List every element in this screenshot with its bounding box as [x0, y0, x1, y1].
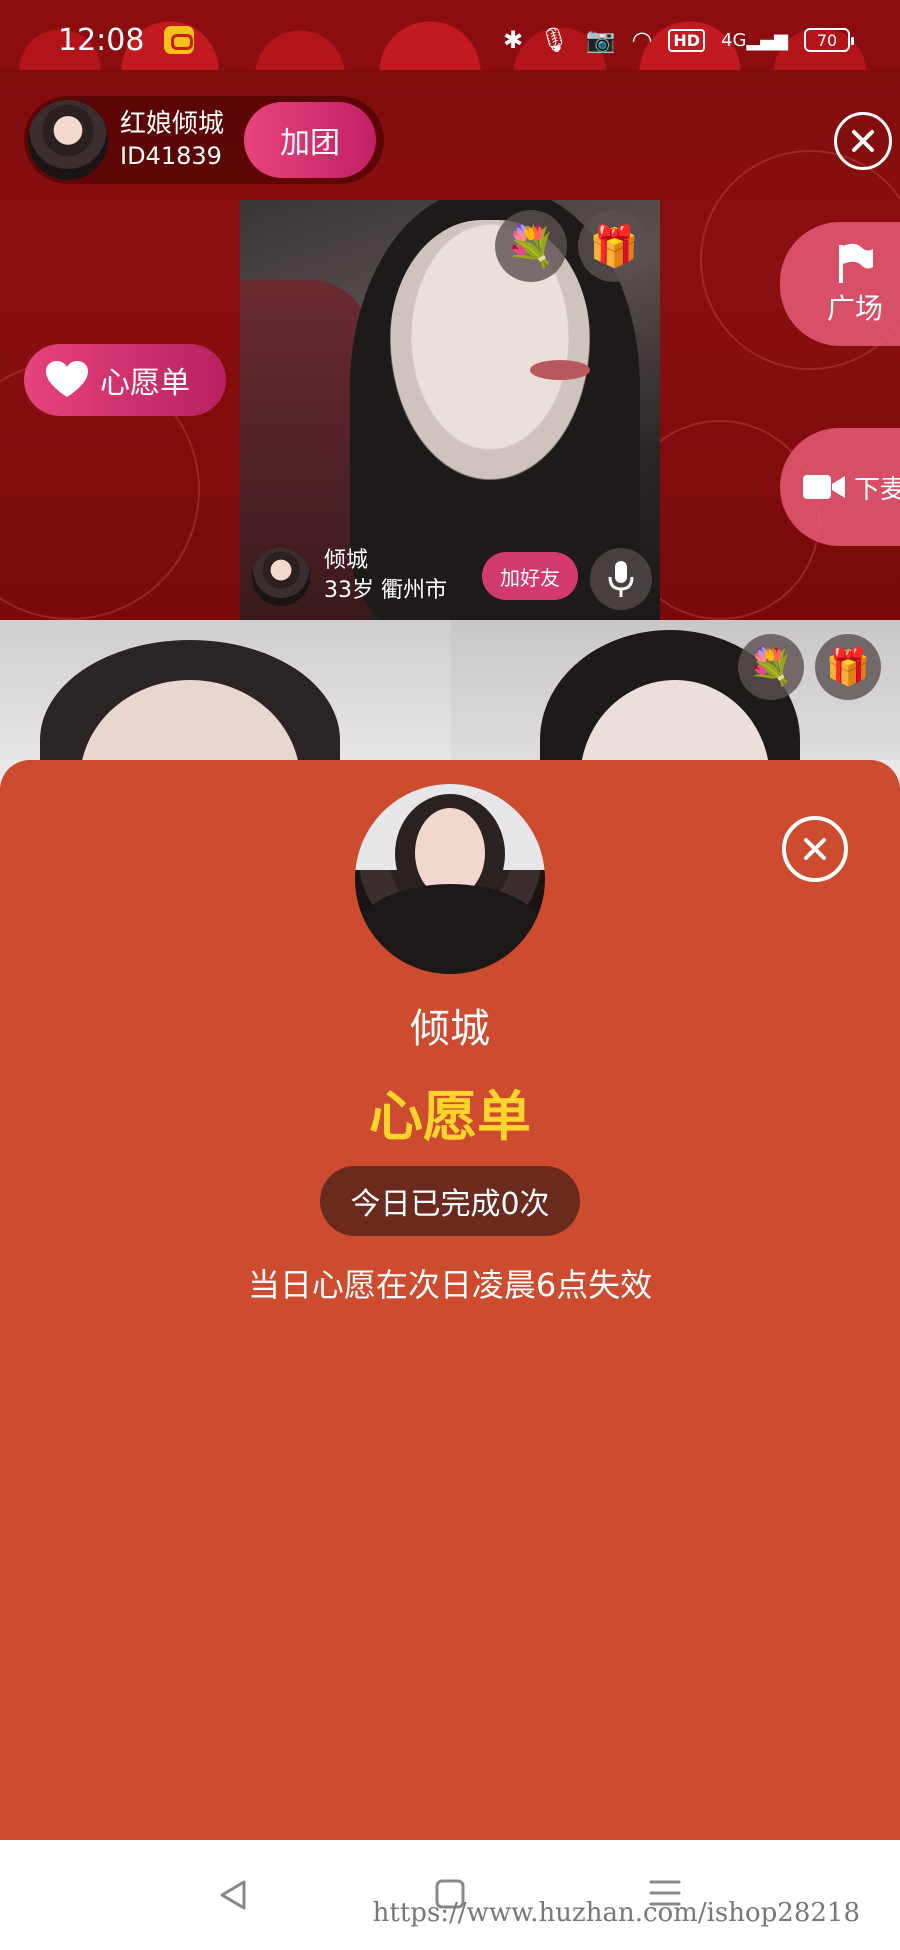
main-video-feed[interactable]: 💐 🎁 倾城 33岁 衢州市 加好友 — [240, 200, 660, 620]
host-text: 红娘倾城 ID41839 — [120, 108, 224, 172]
flower-gift-button[interactable]: 💐 — [495, 210, 567, 282]
mic-button[interactable] — [590, 548, 652, 610]
video-lips-shape — [530, 360, 590, 380]
back-button[interactable] — [216, 1878, 250, 1916]
status-icons: ✱ 🎙 📷 ◠ HD 4G▂▄▆ 70 — [502, 26, 854, 54]
leave-mic-button[interactable]: 下麦 — [780, 428, 900, 546]
join-group-button[interactable]: 加团 — [244, 102, 376, 178]
plaza-button[interactable]: 广场 — [780, 222, 900, 346]
network-type: 4G — [721, 29, 747, 51]
wishlist-sheet: 倾城 心愿单 今日已完成0次 当日心愿在次日凌晨6点失效 — [0, 760, 900, 1840]
guest-video-strip[interactable]: 💐 🎁 — [0, 620, 900, 760]
hd-icon: HD — [668, 28, 706, 52]
room-close-button[interactable] — [834, 112, 892, 170]
add-friend-button[interactable]: 加好友 — [482, 552, 578, 600]
video-user-avatar[interactable] — [252, 548, 310, 606]
host-avatar[interactable] — [28, 100, 108, 180]
host-info-pill[interactable]: 红娘倾城 ID41839 加团 — [24, 96, 384, 184]
battery-level: 70 — [816, 30, 838, 50]
wishlist-button[interactable]: 心愿单 — [24, 344, 226, 416]
status-bar: 12:08 ✱ 🎙 📷 ◠ HD 4G▂▄▆ 70 — [0, 0, 900, 80]
battery-icon: 70 — [804, 28, 854, 52]
host-id: ID41839 — [120, 142, 222, 170]
status-time: 12:08 — [58, 22, 145, 58]
gift-box-icon: 🎁 — [589, 223, 639, 270]
close-icon — [852, 130, 874, 152]
sheet-avatar[interactable] — [355, 784, 545, 974]
heart-icon — [46, 361, 88, 397]
app-notification-icon — [164, 26, 195, 54]
video-camera-icon — [803, 475, 845, 499]
flower-gift-button[interactable]: 💐 — [738, 634, 804, 700]
mic-icon — [608, 561, 634, 597]
close-icon — [804, 838, 826, 860]
watermark-text: https://www.huzhan.com/ishop28218 — [372, 1898, 860, 1928]
gift-button[interactable]: 🎁 — [815, 634, 881, 700]
flower-gift-icon: 💐 — [506, 223, 556, 270]
leave-mic-label: 下麦 — [854, 474, 900, 505]
signal-icon: 4G▂▄▆ — [721, 29, 788, 51]
host-name: 红娘倾城 — [120, 109, 225, 139]
wishlist-label: 心愿单 — [100, 366, 190, 401]
sheet-username: 倾城 — [410, 1006, 490, 1052]
video-user-meta: 33岁 衢州市 — [324, 578, 447, 603]
video-user-info: 倾城 33岁 衢州市 — [324, 546, 447, 606]
flower-gift-icon: 💐 — [748, 647, 794, 688]
wifi-icon: ◠ — [631, 26, 653, 54]
completed-count-badge: 今日已完成0次 — [320, 1166, 580, 1236]
live-stage: 💐 🎁 倾城 33岁 衢州市 加好友 — [0, 0, 900, 620]
gift-box-icon: 🎁 — [825, 647, 871, 688]
sheet-title: 心愿单 — [369, 1085, 531, 1148]
gift-button[interactable]: 🎁 — [578, 210, 650, 282]
plaza-label: 广场 — [826, 292, 883, 325]
back-icon — [220, 1880, 246, 1910]
sheet-close-button[interactable] — [782, 816, 848, 882]
flag-icon — [839, 243, 873, 283]
system-nav-bar: https://www.huzhan.com/ishop28218 — [0, 1840, 900, 1950]
bluetooth-icon: ✱ — [502, 26, 524, 54]
mic-status-icon: 🎙 — [539, 26, 570, 54]
camera-status-icon: 📷 — [585, 26, 616, 54]
avatar-body — [355, 884, 545, 974]
expire-note: 当日心愿在次日凌晨6点失效 — [247, 1266, 653, 1304]
video-user-name: 倾城 — [324, 548, 369, 573]
